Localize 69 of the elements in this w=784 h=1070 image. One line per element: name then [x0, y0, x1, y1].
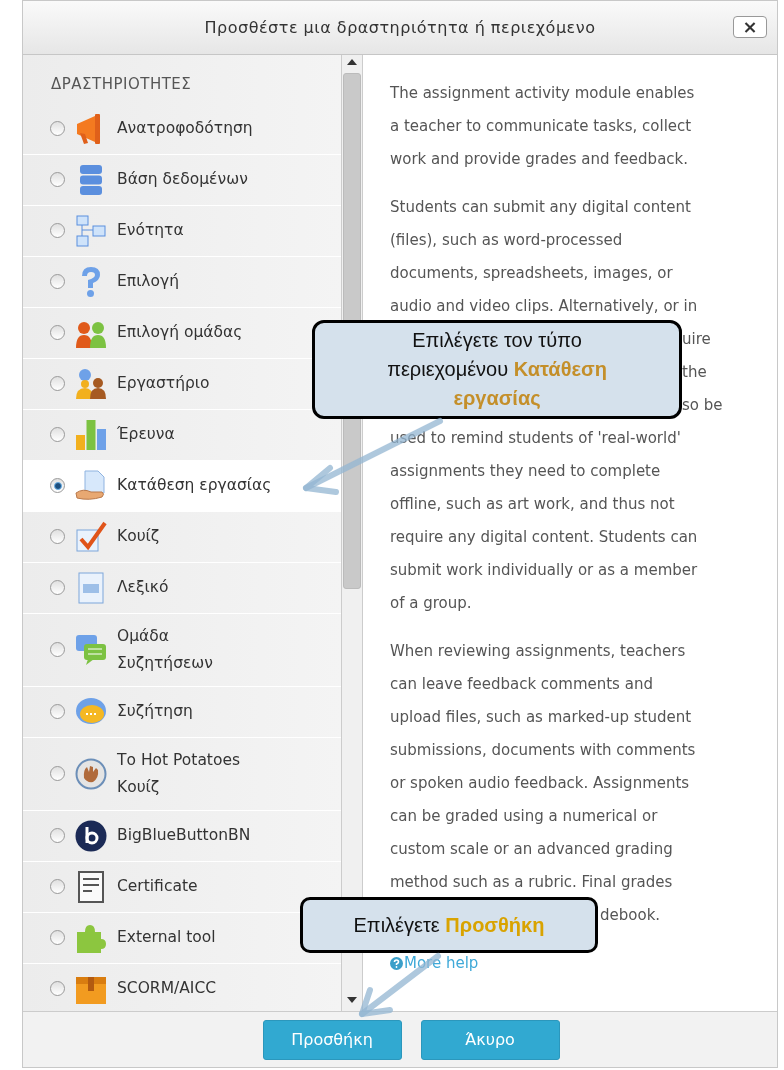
activity-option[interactable]: Κατάθεση εργασίας	[23, 460, 341, 512]
activity-option[interactable]: Ανατροφοδότηση	[23, 103, 341, 155]
description-text: the	[682, 362, 707, 383]
activity-option[interactable]: Ενότητα	[23, 205, 341, 257]
activity-label: Έρευνα	[117, 424, 175, 445]
radio-button[interactable]	[50, 580, 65, 595]
description-text: so be	[682, 395, 723, 416]
glove-icon	[75, 757, 107, 790]
radio-button[interactable]	[50, 529, 65, 544]
radio-button[interactable]	[50, 427, 65, 442]
activity-label: Το Hot Potatoes Κουίζ	[117, 749, 241, 798]
activity-option[interactable]: Το Hot Potatoes Κουίζ	[23, 737, 341, 811]
radio-button[interactable]	[50, 981, 65, 996]
activity-option[interactable]: Ομάδα Συζητήσεων	[23, 613, 341, 687]
help-icon	[390, 957, 403, 970]
bar-chart-icon	[75, 418, 107, 451]
activity-option[interactable]: Κουίζ	[23, 511, 341, 563]
activity-option[interactable]: BigBlueButtonBN	[23, 810, 341, 862]
activity-label: Συζήτηση	[117, 701, 193, 722]
circle-logo-icon	[75, 819, 107, 852]
document-icon	[75, 870, 107, 903]
activity-label: Ομάδα Συζητήσεων	[117, 625, 213, 674]
activity-label: BigBlueButtonBN	[117, 825, 251, 846]
activity-label: Βάση δεδομένων	[117, 169, 248, 190]
activity-option[interactable]: Λεξικό	[23, 562, 341, 614]
radio-button[interactable]	[50, 376, 65, 391]
radio-button[interactable]	[50, 121, 65, 136]
activity-label: Επιλογή	[117, 271, 180, 292]
activity-label: SCORM/AICC	[117, 978, 217, 999]
radio-button[interactable]	[50, 478, 65, 493]
radio-button[interactable]	[50, 223, 65, 238]
radio-button[interactable]	[50, 766, 65, 781]
people-icon	[75, 367, 107, 400]
checkmark-icon	[75, 520, 107, 553]
activity-label: Κουίζ	[117, 526, 160, 547]
activity-label: Certificate	[117, 876, 198, 897]
scroll-down-icon[interactable]	[347, 997, 357, 1003]
hand-document-icon	[75, 469, 107, 502]
activity-option[interactable]: Βάση δεδομένων	[23, 154, 341, 206]
diagram-icon	[75, 214, 107, 247]
description-text: uire	[682, 329, 711, 350]
document-icon	[75, 571, 107, 604]
radio-button[interactable]	[50, 172, 65, 187]
chat-bubbles-icon	[75, 633, 107, 666]
activity-label: Λεξικό	[117, 577, 169, 598]
radio-button[interactable]	[50, 325, 65, 340]
activity-option[interactable]: Συζήτηση	[23, 686, 341, 738]
close-button[interactable]: ×	[733, 16, 767, 38]
description-paragraph: The assignment activity module enables a teacher to communicate tasks, collect work and provide grades and feedback.	[390, 83, 695, 170]
radio-button[interactable]	[50, 930, 65, 945]
tooltip-text: Επιλέγετε τον τύπο περιεχομένου Κατάθεση εργασίας	[387, 328, 607, 411]
radio-button[interactable]	[50, 879, 65, 894]
activity-label: Εργαστήριο	[117, 373, 210, 394]
activity-label: External tool	[117, 927, 216, 948]
window-title: Προσθέστε μια δραστηριότητα ή περιεχόμενο	[204, 16, 596, 39]
radio-button[interactable]	[50, 704, 65, 719]
radio-button[interactable]	[50, 274, 65, 289]
tooltip-text: Επιλέγετε Προσθήκη	[353, 913, 545, 938]
description-paragraph: used to remind students of 'real-world' assignments they need to complete offline, such as art work, and thus not require any digital content. Students can submit work individually or as a member of a group.	[390, 428, 698, 614]
activity-option[interactable]: Επιλογή	[23, 256, 341, 308]
scroll-up-icon[interactable]	[347, 59, 357, 65]
activity-label: Ανατροφοδότηση	[117, 118, 253, 139]
activity-label: Επιλογή ομάδας	[117, 322, 243, 343]
radio-button[interactable]	[50, 828, 65, 843]
section-heading: ΔΡΑΣΤΗΡΙΟΤΗΤΕΣ	[50, 74, 193, 95]
activity-label: Ενότητα	[117, 220, 184, 241]
description-text: debook.	[600, 905, 661, 926]
radio-button[interactable]	[50, 642, 65, 657]
activity-label: Κατάθεση εργασίας	[117, 475, 272, 496]
